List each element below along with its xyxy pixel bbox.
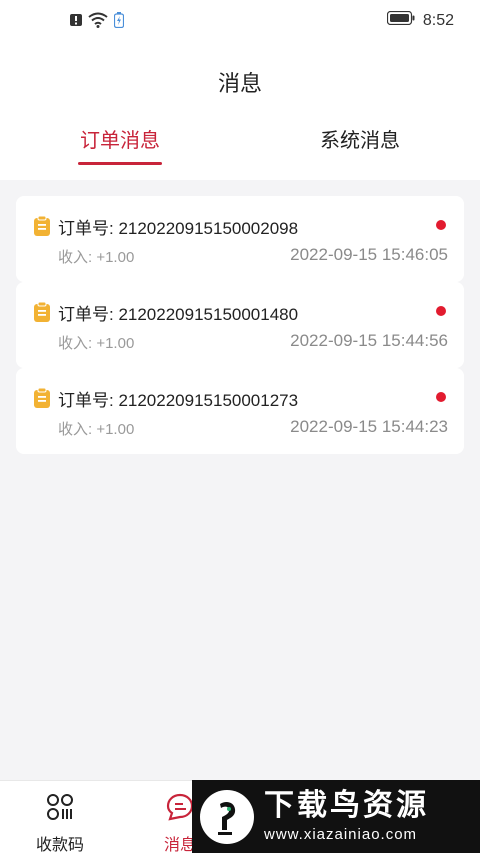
unread-dot [436, 392, 446, 402]
watermark-url: www.xiazainiao.com [264, 826, 418, 843]
status-bar: 8:52 [0, 0, 480, 40]
tab-order-messages[interactable]: 订单消息 [60, 124, 180, 153]
document-icon [34, 215, 50, 241]
unread-dot [436, 220, 446, 230]
nav-item-payment-code[interactable]: 收款码 [20, 781, 100, 853]
active-tab-indicator [78, 162, 162, 165]
document-icon [34, 301, 50, 327]
message-time: 2022-09-15 15:44:23 [290, 417, 448, 436]
bird-logo-icon [200, 789, 254, 844]
chat-bubble-icon [166, 793, 194, 826]
income-amount: 收入: +1.00 [58, 249, 135, 266]
message-time: 2022-09-15 15:46:05 [290, 245, 448, 264]
message-time: 2022-09-15 15:44:56 [290, 331, 448, 350]
wifi-icon [88, 12, 108, 33]
watermark-title: 下载鸟资源 [264, 789, 429, 822]
order-number: 订单号: 2120220915150001273 [58, 391, 299, 410]
battery-saver-icon [113, 12, 125, 33]
status-time: 8:52 [422, 11, 454, 29]
message-card[interactable]: 订单号: 2120220915150001480 收入: +1.00 2022-… [16, 282, 464, 368]
page-title: 消息 [217, 71, 262, 96]
nav-label: 收款码 [35, 837, 84, 853]
message-card[interactable]: 订单号: 2120220915150002098 收入: +1.00 2022-… [16, 196, 464, 282]
watermark-banner: 下载鸟资源 www.xiazainiao.com [192, 780, 480, 853]
page-header: 8:52 消息 订单消息 系统消息 [0, 0, 480, 180]
order-number: 订单号: 2120220915150002098 [58, 219, 299, 238]
document-icon [34, 387, 50, 413]
income-amount: 收入: +1.00 [58, 335, 135, 352]
qr-code-icon [46, 793, 74, 826]
unread-dot [436, 306, 446, 316]
income-amount: 收入: +1.00 [58, 421, 135, 438]
alert-icon [70, 13, 82, 32]
battery-icon [386, 10, 415, 30]
order-number: 订单号: 2120220915150001480 [58, 305, 299, 324]
message-card[interactable]: 订单号: 2120220915150001273 收入: +1.00 2022-… [16, 368, 464, 454]
tab-system-messages[interactable]: 系统消息 [300, 124, 420, 153]
